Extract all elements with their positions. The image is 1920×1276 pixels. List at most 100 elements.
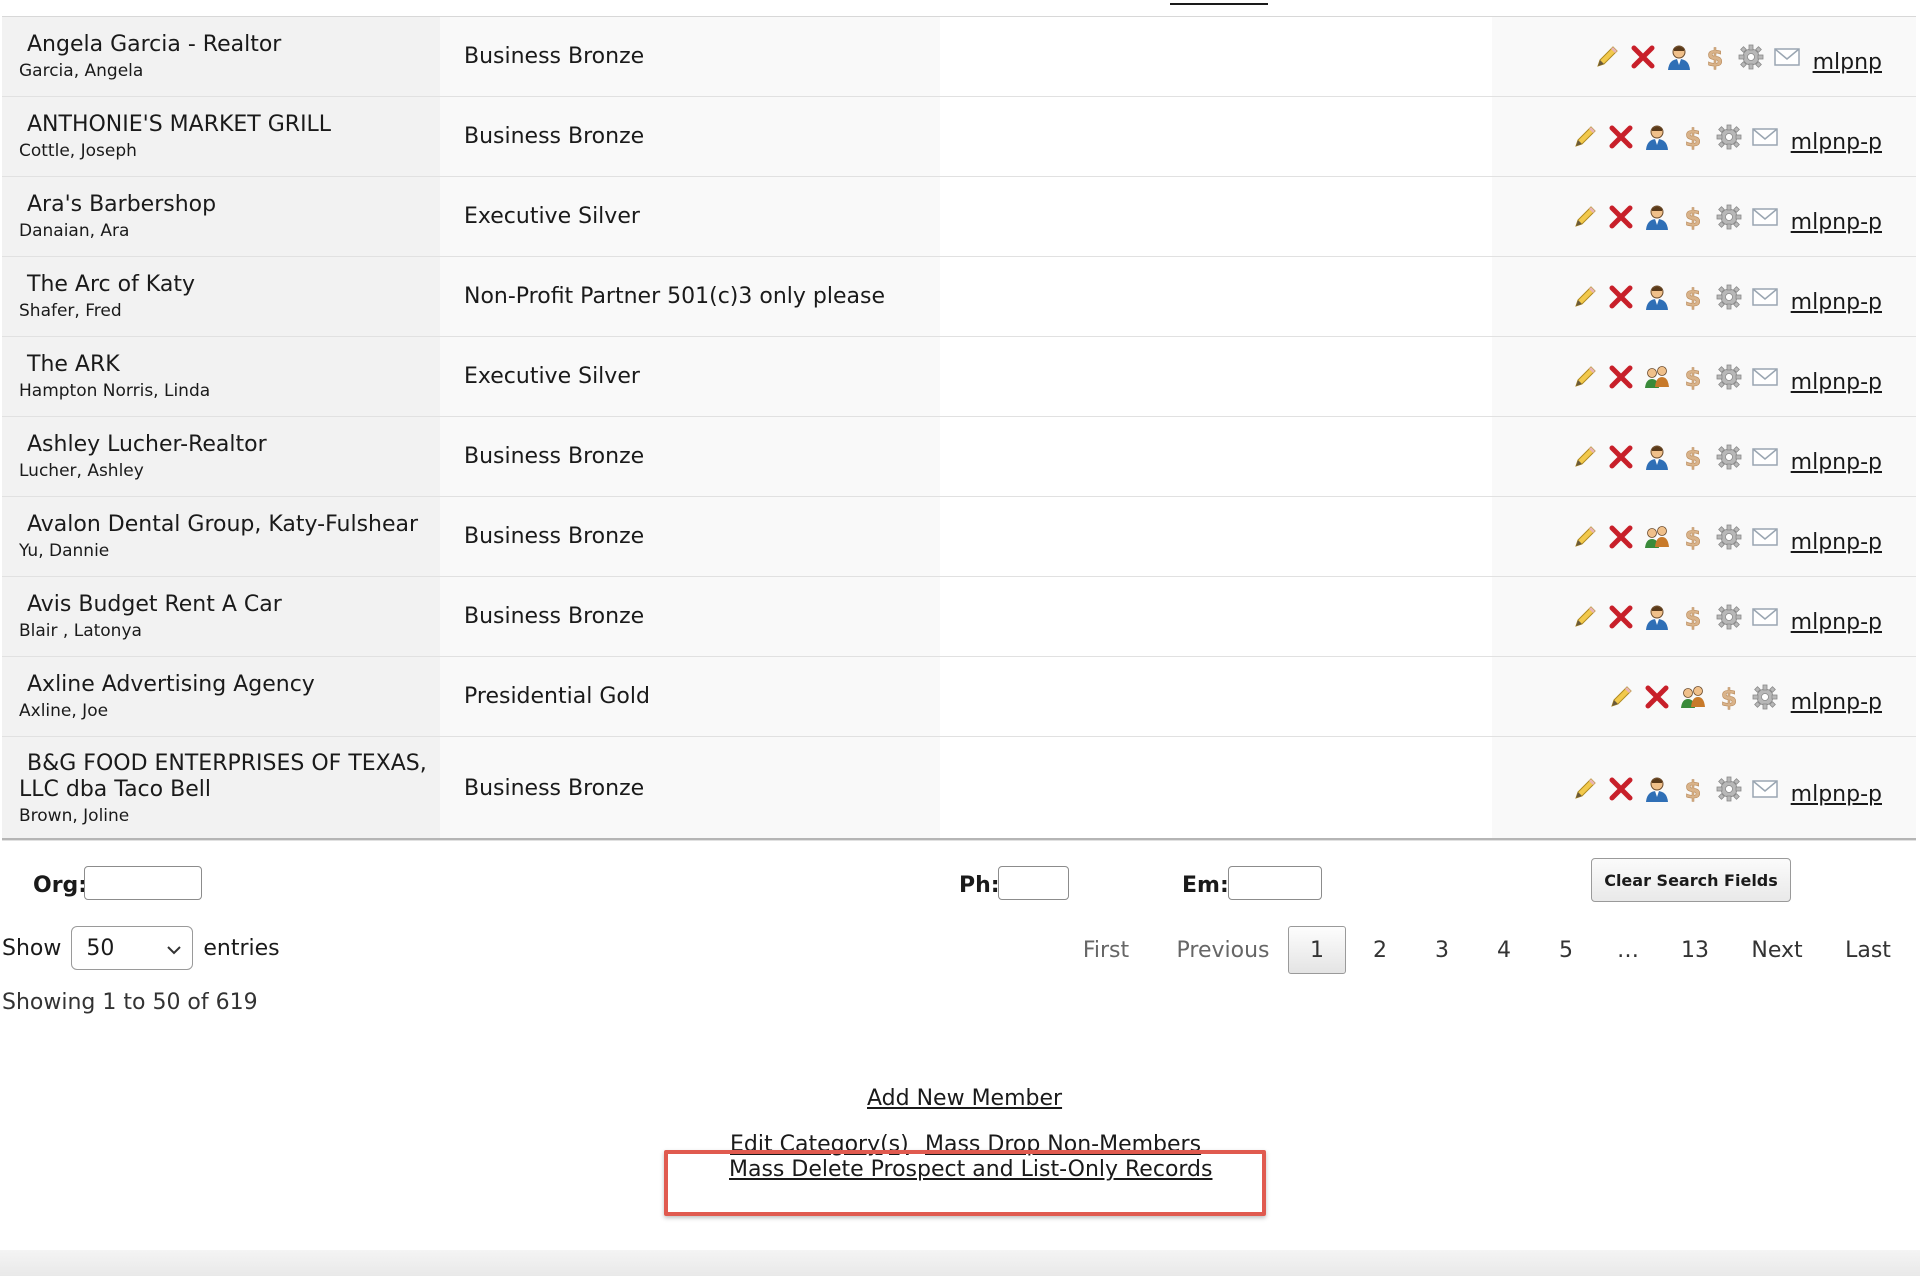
contacts-group-icon[interactable]	[1679, 683, 1707, 711]
pagination-page-last-number[interactable]: 13	[1670, 926, 1720, 974]
settings-gear-icon[interactable]	[1751, 683, 1779, 711]
pagination-next[interactable]: Next	[1744, 926, 1810, 974]
account-link[interactable]: mlpnp-p	[1791, 210, 1882, 235]
email-filter-input[interactable]	[1228, 866, 1322, 900]
table-row: The Arc of Katy Shafer, Fred Non-Profit Pa…	[2, 257, 1916, 337]
edit-pencil-icon[interactable]	[1571, 775, 1599, 803]
settings-gear-icon[interactable]	[1715, 363, 1743, 391]
account-link[interactable]: mlpnp-p	[1791, 370, 1882, 395]
delete-x-icon[interactable]	[1607, 283, 1635, 311]
account-link[interactable]: mlpnp-p	[1791, 690, 1882, 715]
settings-gear-icon[interactable]	[1715, 523, 1743, 551]
email-envelope-icon[interactable]	[1773, 43, 1801, 71]
profile-icon[interactable]	[1643, 775, 1671, 803]
pagination-page-current[interactable]: 1	[1288, 926, 1346, 974]
settings-gear-icon[interactable]	[1715, 203, 1743, 231]
mass-delete-prospect-link[interactable]: Mass Delete Prospect and List-Only Recor…	[729, 1157, 1212, 1182]
delete-x-icon[interactable]	[1607, 523, 1635, 551]
pagination-previous[interactable]: Previous	[1168, 926, 1278, 974]
billing-dollar-icon[interactable]: $	[1715, 683, 1743, 710]
svg-text:$: $	[1684, 124, 1701, 151]
org-filter-input[interactable]	[84, 866, 202, 900]
email-envelope-icon[interactable]	[1751, 443, 1779, 471]
delete-x-icon[interactable]	[1607, 203, 1635, 231]
billing-dollar-icon[interactable]: $	[1679, 363, 1707, 390]
delete-x-icon[interactable]	[1607, 775, 1635, 803]
edit-pencil-icon[interactable]	[1571, 603, 1599, 631]
delete-x-icon[interactable]	[1607, 443, 1635, 471]
svg-text:$: $	[1684, 776, 1701, 803]
edit-pencil-icon[interactable]	[1571, 203, 1599, 231]
email-envelope-icon[interactable]	[1751, 523, 1779, 551]
settings-gear-icon[interactable]	[1715, 283, 1743, 311]
svg-text:$: $	[1706, 44, 1723, 71]
actions-cell: $ mlpnp	[1492, 17, 1916, 96]
membership-level: Business Bronze	[440, 577, 940, 656]
account-link[interactable]: mlpnp-p	[1791, 530, 1882, 555]
profile-icon[interactable]	[1643, 283, 1671, 311]
edit-pencil-icon[interactable]	[1607, 683, 1635, 711]
edit-pencil-icon[interactable]	[1571, 443, 1599, 471]
contacts-group-icon[interactable]	[1643, 363, 1671, 391]
profile-icon[interactable]	[1643, 123, 1671, 151]
pagination-page[interactable]: 3	[1422, 926, 1462, 974]
pagination-page[interactable]: 2	[1360, 926, 1400, 974]
org-cell: Angela Garcia - Realtor Garcia, Angela	[2, 17, 440, 96]
billing-dollar-icon[interactable]: $	[1679, 203, 1707, 230]
delete-x-icon[interactable]	[1607, 123, 1635, 151]
billing-dollar-icon[interactable]: $	[1679, 775, 1707, 803]
settings-gear-icon[interactable]	[1715, 443, 1743, 471]
email-envelope-icon[interactable]	[1751, 603, 1779, 631]
membership-level-text: Executive Silver	[464, 204, 640, 229]
edit-pencil-icon[interactable]	[1593, 43, 1621, 71]
account-link[interactable]: mlpnp-p	[1791, 290, 1882, 315]
billing-dollar-icon[interactable]: $	[1679, 603, 1707, 630]
pagination-page[interactable]: 5	[1546, 926, 1586, 974]
edit-pencil-icon[interactable]	[1571, 363, 1599, 391]
account-link[interactable]: mlpnp-p	[1791, 782, 1882, 807]
edit-pencil-icon[interactable]	[1571, 283, 1599, 311]
settings-gear-icon[interactable]	[1715, 123, 1743, 151]
email-envelope-icon[interactable]	[1751, 363, 1779, 391]
edit-pencil-icon[interactable]	[1571, 523, 1599, 551]
contacts-group-icon[interactable]	[1643, 523, 1671, 551]
settings-gear-icon[interactable]	[1737, 43, 1765, 71]
delete-x-icon[interactable]	[1607, 363, 1635, 391]
pagination-last[interactable]: Last	[1838, 926, 1898, 974]
table-row: B&G FOOD ENTERPRISES OF TEXAS, LLC dba Ta…	[2, 737, 1916, 841]
phone-filter-input[interactable]	[998, 866, 1069, 900]
add-new-member-link[interactable]: Add New Member	[867, 1086, 1062, 1111]
account-link[interactable]: mlpnp-p	[1791, 450, 1882, 475]
email-envelope-icon[interactable]	[1751, 283, 1779, 311]
settings-gear-icon[interactable]	[1715, 603, 1743, 631]
footer-bar	[0, 1250, 1920, 1276]
actions-cell: $ mlpnp-p	[1492, 97, 1916, 176]
edit-pencil-icon[interactable]	[1571, 123, 1599, 151]
pagination-page[interactable]: 4	[1484, 926, 1524, 974]
billing-dollar-icon[interactable]: $	[1701, 43, 1729, 71]
email-envelope-icon[interactable]	[1751, 123, 1779, 151]
account-link[interactable]: mlpnp	[1813, 50, 1882, 75]
entries-per-page-select[interactable]: 50	[71, 926, 194, 970]
billing-dollar-icon[interactable]: $	[1679, 123, 1707, 151]
billing-dollar-icon[interactable]: $	[1679, 523, 1707, 550]
profile-icon[interactable]	[1643, 203, 1671, 231]
blank-cell	[940, 97, 1492, 176]
delete-x-icon[interactable]	[1607, 603, 1635, 631]
membership-level: Business Bronze	[440, 97, 940, 176]
delete-x-icon[interactable]	[1629, 43, 1657, 71]
settings-gear-icon[interactable]	[1715, 775, 1743, 803]
profile-icon[interactable]	[1643, 603, 1671, 631]
profile-icon[interactable]	[1643, 443, 1671, 471]
billing-dollar-icon[interactable]: $	[1679, 443, 1707, 470]
billing-dollar-icon[interactable]: $	[1679, 283, 1707, 310]
email-envelope-icon[interactable]	[1751, 775, 1779, 803]
account-link[interactable]: mlpnp-p	[1791, 610, 1882, 635]
email-envelope-icon[interactable]	[1751, 203, 1779, 231]
profile-icon[interactable]	[1665, 43, 1693, 71]
top-partial-link[interactable]	[1170, 0, 1268, 5]
pagination-first[interactable]: First	[1068, 926, 1144, 974]
clear-search-fields-button[interactable]: Clear Search Fields	[1591, 858, 1791, 902]
delete-x-icon[interactable]	[1643, 683, 1671, 711]
account-link[interactable]: mlpnp-p	[1791, 130, 1882, 155]
